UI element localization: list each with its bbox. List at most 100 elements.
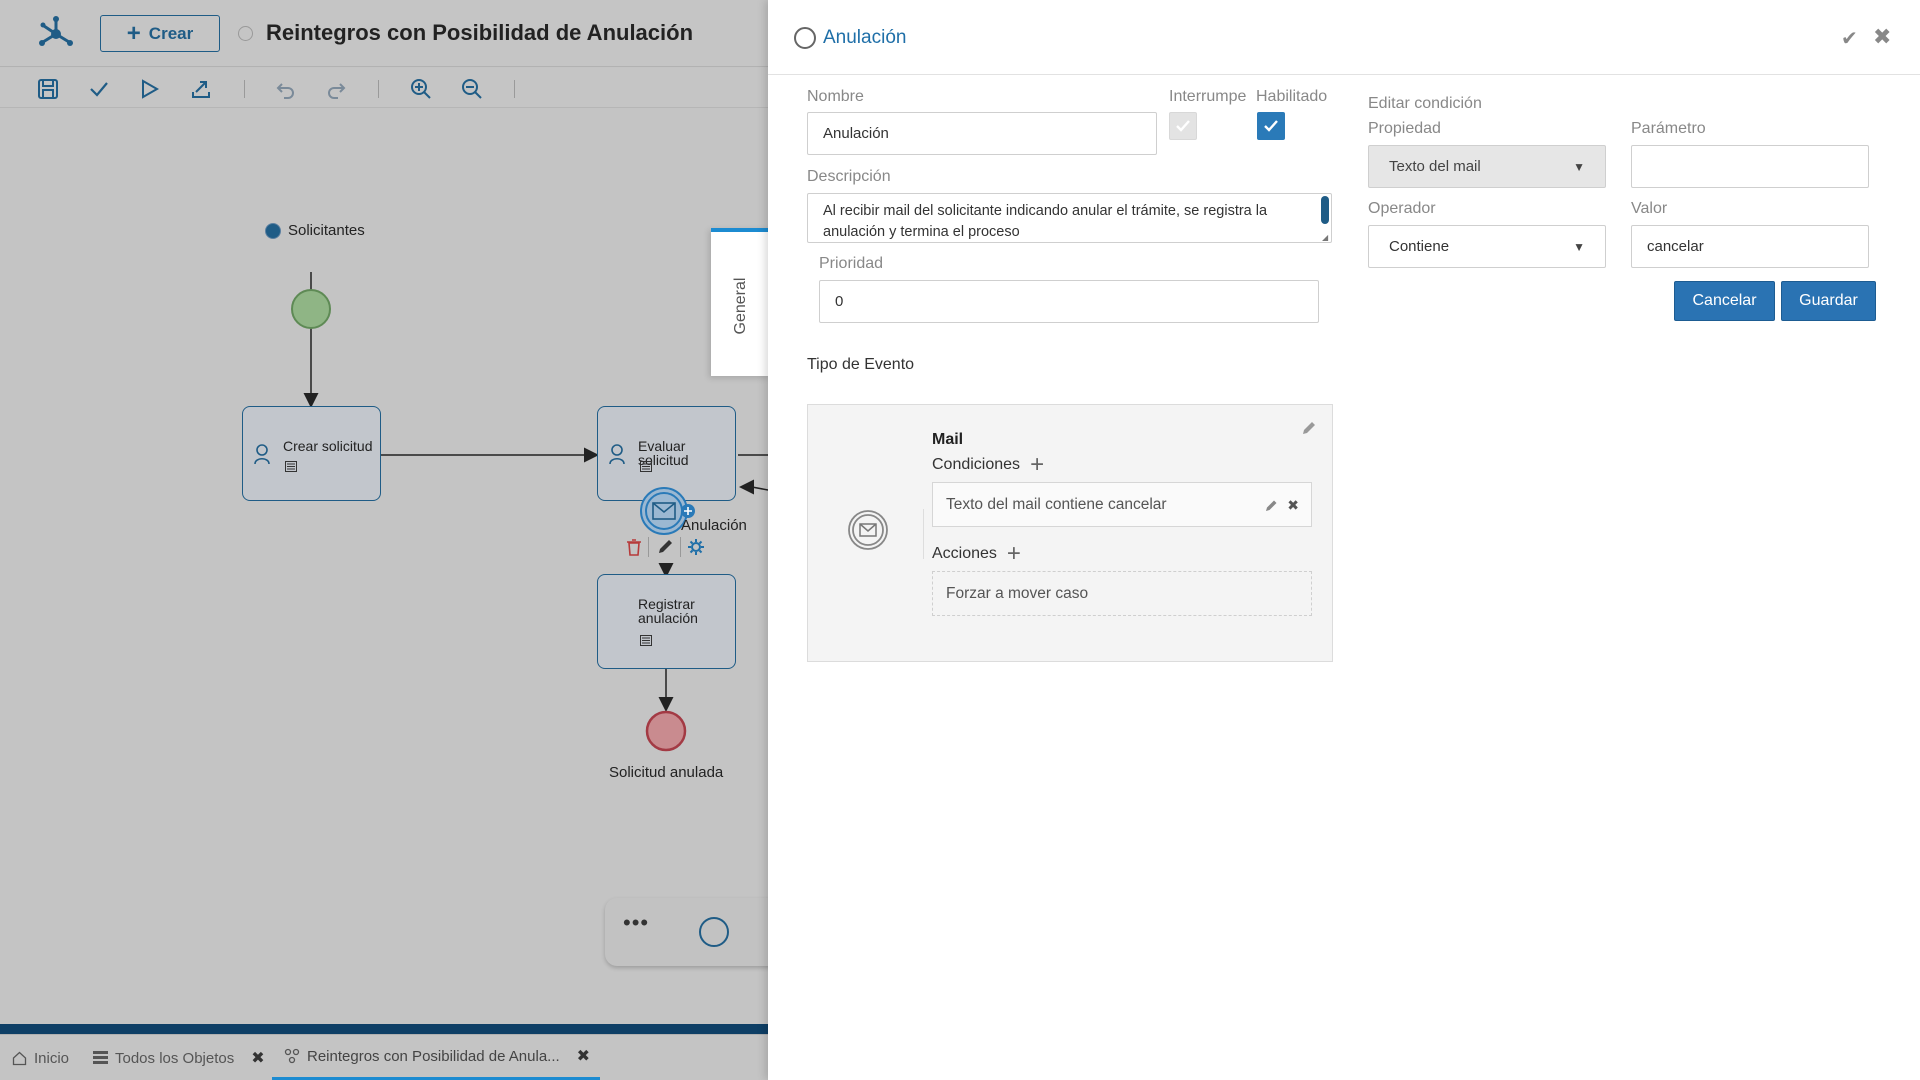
tab-todos-label: Todos los Objetos xyxy=(115,1049,235,1067)
zoom-out-icon[interactable] xyxy=(459,76,485,102)
add-condition-icon[interactable]: + xyxy=(1030,453,1044,477)
redo-icon[interactable] xyxy=(323,76,349,102)
event-definition-card: Mail Condiciones + Texto del mail contie… xyxy=(807,404,1333,662)
element-palette: ••• xyxy=(605,898,768,966)
edit-event-icon[interactable] xyxy=(1300,419,1318,437)
prioridad-input-value: 0 xyxy=(835,293,844,310)
tab-todos-los-objetos[interactable]: Todos los Objetos ✖ xyxy=(93,1035,265,1080)
edit-condition-icon[interactable] xyxy=(1264,498,1279,513)
tab-inicio[interactable]: Inicio xyxy=(12,1035,69,1080)
task-label: Crear solicitud xyxy=(283,438,373,454)
boundary-event-label: Anulación xyxy=(681,517,747,534)
create-button[interactable]: + Crear xyxy=(100,15,220,52)
zoom-in-icon[interactable] xyxy=(408,76,434,102)
check-icon xyxy=(1264,120,1278,132)
form-icon xyxy=(640,635,652,646)
resize-grip-icon[interactable]: ◢ xyxy=(1322,233,1328,242)
operador-select-value: Contiene xyxy=(1389,238,1450,255)
add-action-icon[interactable]: + xyxy=(1007,542,1021,566)
card-divider xyxy=(923,509,924,559)
tipo-evento-label: Tipo de Evento xyxy=(807,356,915,373)
end-event[interactable] xyxy=(645,710,687,752)
descripcion-textarea[interactable]: Al recibir mail del solicitante indicand… xyxy=(807,193,1332,243)
export-icon[interactable] xyxy=(188,76,214,102)
diagram-canvas[interactable]: Solicitantes Crear solicitud Evaluar sol… xyxy=(0,109,768,1020)
close-tab-icon[interactable]: ✖ xyxy=(251,1048,264,1068)
action-item[interactable]: Forzar a mover caso xyxy=(932,571,1312,616)
parametro-input[interactable] xyxy=(1631,145,1869,188)
diagram-connectors xyxy=(291,272,768,752)
check-icon[interactable] xyxy=(86,76,112,102)
interrumpe-label: Interrumpe xyxy=(1169,88,1247,105)
trash-icon[interactable] xyxy=(624,537,644,557)
context-pad-divider xyxy=(680,537,681,557)
close-tab-icon[interactable]: ✖ xyxy=(577,1046,590,1066)
delete-condition-icon[interactable]: ✖ xyxy=(1287,497,1299,514)
panel-header: Anulación ✔ ✖ xyxy=(768,0,1920,75)
task-crear-solicitud[interactable]: Crear solicitud xyxy=(242,406,381,501)
form-icon xyxy=(285,461,297,472)
end-event-label: Solicitud anulada xyxy=(609,764,724,781)
task-label-line: Registrar xyxy=(638,596,695,612)
close-icon[interactable]: ✖ xyxy=(1873,24,1891,50)
gear-icon[interactable] xyxy=(686,537,706,557)
valor-label: Valor xyxy=(1631,200,1668,217)
event-type-title: Mail xyxy=(932,431,964,448)
page-title: Reintegros con Posibilidad de Anulación xyxy=(266,20,694,45)
list-icon xyxy=(93,1051,108,1064)
more-options-icon[interactable]: ••• xyxy=(623,910,649,936)
task-label: Evaluar solicitud xyxy=(638,438,689,468)
app-logo-icon[interactable] xyxy=(34,12,78,56)
nombre-label: Nombre xyxy=(807,88,864,105)
pencil-icon[interactable] xyxy=(655,537,675,557)
sequence-flow[interactable] xyxy=(739,479,768,495)
valor-input[interactable]: cancelar xyxy=(1631,225,1869,268)
confirm-check-icon[interactable]: ✔ xyxy=(1841,26,1858,51)
panel-title: Anulación xyxy=(823,27,907,48)
bottom-strip xyxy=(0,1024,768,1034)
start-event[interactable] xyxy=(291,289,331,329)
tab-current-diagram[interactable]: Reintegros con Posibilidad de Anula... ✖ xyxy=(272,1035,601,1080)
form-icon xyxy=(640,461,652,472)
action-text: Forzar a mover caso xyxy=(946,584,1089,602)
modeler-topbar: + Crear Reintegros con Posibilidad de An… xyxy=(0,0,768,67)
play-icon[interactable] xyxy=(136,76,162,102)
context-pad-divider xyxy=(648,537,649,557)
plus-icon: + xyxy=(126,19,141,47)
textarea-scrollbar[interactable] xyxy=(1321,196,1329,224)
habilitado-checkbox[interactable] xyxy=(1257,112,1285,140)
propiedad-label: Propiedad xyxy=(1368,120,1441,137)
acciones-label: Acciones xyxy=(932,545,997,562)
tab-general[interactable]: General xyxy=(711,228,768,376)
chevron-down-icon: ▼ xyxy=(1573,159,1585,174)
descripcion-label: Descripción xyxy=(807,168,891,185)
event-circle-icon[interactable] xyxy=(699,917,729,947)
nombre-input[interactable]: Anulación xyxy=(807,112,1157,155)
task-registrar-anulacion[interactable]: Registrar anulación xyxy=(597,574,736,669)
properties-panel: Anulación ✔ ✖ Nombre Anulación Interrump… xyxy=(768,0,1920,1080)
task-label: Registrar anulación xyxy=(638,597,698,625)
lane-label[interactable]: Solicitantes xyxy=(288,222,365,239)
toolbar-divider xyxy=(378,80,379,98)
condiciones-header: Condiciones + xyxy=(932,453,1044,477)
process-modeler: + Crear Reintegros con Posibilidad de An… xyxy=(0,0,768,1080)
cancel-button[interactable]: Cancelar xyxy=(1674,281,1775,321)
condition-actions: ✖ xyxy=(1264,497,1299,514)
prioridad-input[interactable]: 0 xyxy=(819,280,1319,323)
operador-select[interactable]: Contiene ▼ xyxy=(1368,225,1606,268)
create-button-label: Crear xyxy=(148,23,194,43)
modeler-toolbar xyxy=(0,68,768,108)
nombre-input-value: Anulación xyxy=(823,125,889,142)
propiedad-select[interactable]: Texto del mail ▼ xyxy=(1368,145,1606,188)
home-icon xyxy=(12,1051,27,1065)
propiedad-select-value: Texto del mail xyxy=(1389,158,1481,175)
save-icon[interactable] xyxy=(35,76,61,102)
mail-event-icon xyxy=(848,510,888,550)
undo-icon[interactable] xyxy=(273,76,299,102)
save-button[interactable]: Guardar xyxy=(1781,281,1876,321)
toolbar-divider xyxy=(244,80,245,98)
condition-item[interactable]: Texto del mail contiene cancelar ✖ xyxy=(932,482,1312,527)
interrumpe-checkbox[interactable] xyxy=(1169,112,1197,140)
prioridad-label: Prioridad xyxy=(819,255,884,272)
editar-condicion-label: Editar condición xyxy=(1368,95,1482,112)
